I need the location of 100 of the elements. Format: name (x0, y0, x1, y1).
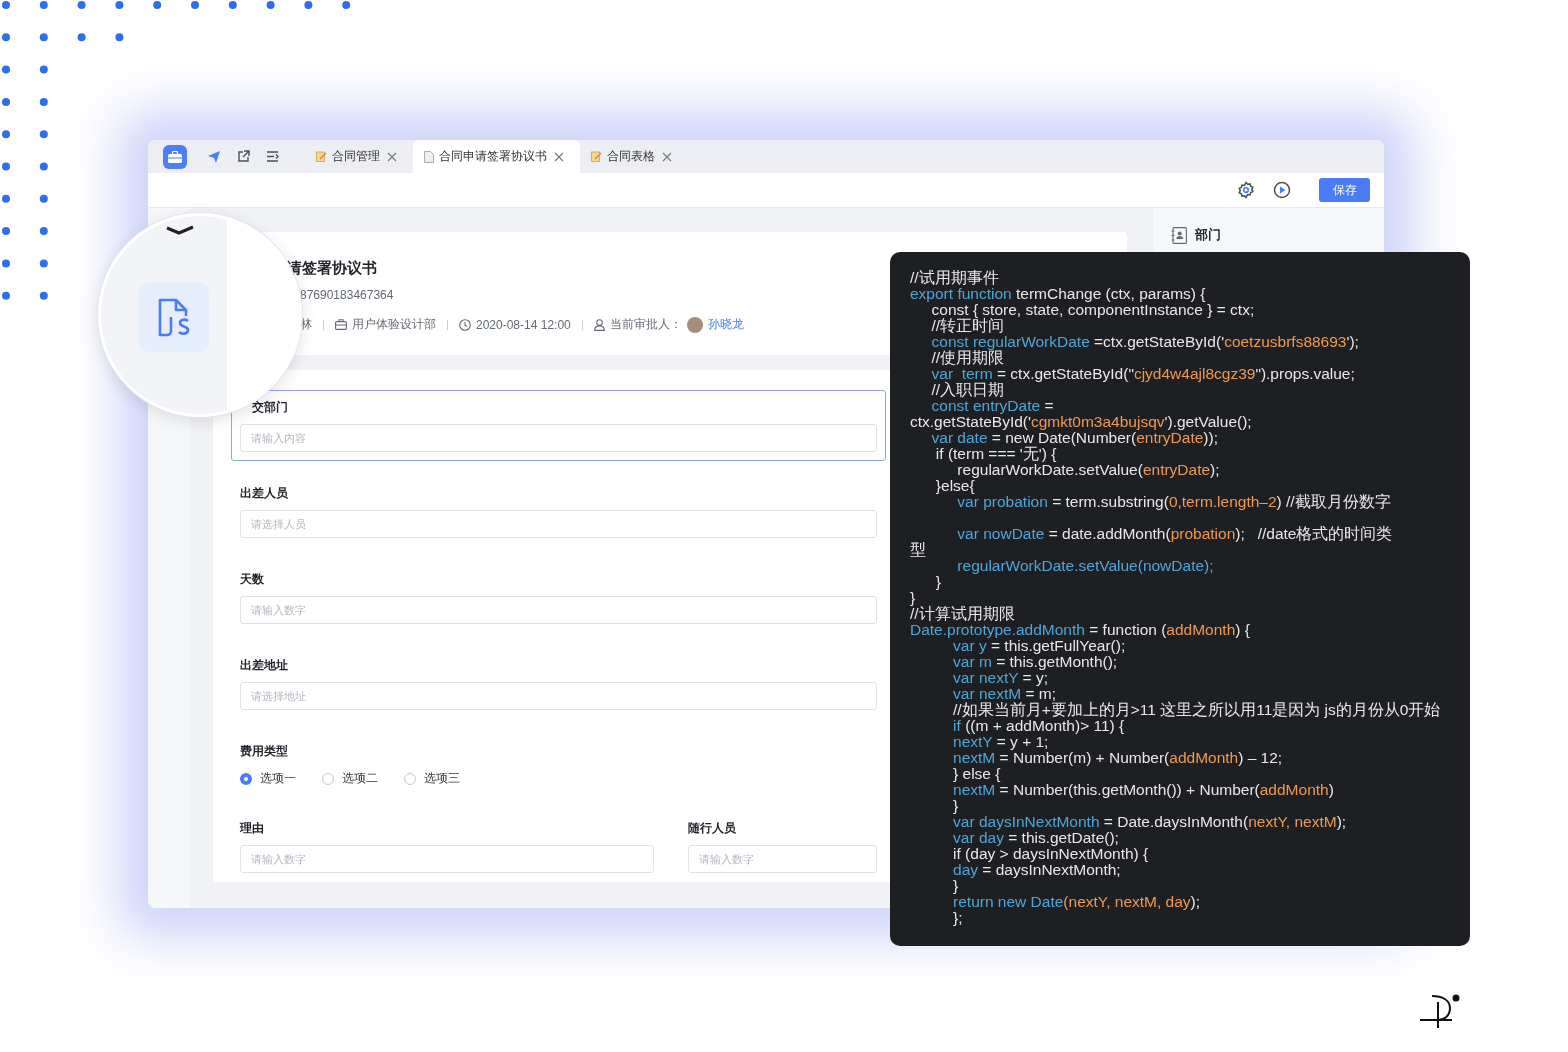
dot (266, 1, 275, 9)
input-field[interactable]: 请输入内容 (240, 424, 877, 452)
side-panel-item[interactable]: 部门 (1171, 226, 1384, 244)
code-line: //试用期事件 (910, 270, 1000, 286)
department-name: 用户体验设计部 (352, 316, 436, 333)
dot (77, 33, 86, 42)
dot (77, 1, 86, 9)
code-line: nextY = y + 1; (952, 734, 1049, 750)
dot (191, 1, 199, 9)
field-label: 理由 (240, 820, 264, 837)
input-field[interactable]: 请输入数字 (688, 845, 877, 873)
radio-label[interactable]: 选项一 (260, 770, 296, 787)
code-line: var nextY = y; (952, 670, 1048, 686)
input-field[interactable]: 请输入数字 (240, 596, 877, 624)
briefcase-icon (335, 319, 347, 330)
field-label: 出差地址 (240, 657, 288, 674)
tab[interactable]: 合同表格 (580, 140, 688, 173)
dot (39, 65, 48, 74)
code-line: var date = new Date(Number(entryDate)); (931, 430, 1218, 446)
tab[interactable]: 合同申请签署协议书 (413, 140, 580, 173)
radio-label[interactable]: 选项三 (424, 770, 460, 787)
input-field[interactable]: 请选择人员 (240, 510, 877, 538)
dot (39, 97, 48, 106)
code-line: var probation = term.substring(0,term.length–2) //截取月份数字 (957, 494, 1392, 510)
dot (39, 162, 48, 171)
input-field[interactable]: 请选择地址 (240, 682, 877, 710)
dot (2, 130, 10, 139)
contact-card-icon (1171, 226, 1187, 244)
dot (342, 1, 351, 9)
dot (153, 1, 162, 9)
dot (228, 1, 237, 9)
code-line: //入职日期 (930, 382, 1006, 398)
code-line: var term = ctx.getStateById("cjyd4w4ajl8cgz39").props.value; (930, 366, 1356, 382)
dot (39, 291, 48, 300)
dot (115, 33, 124, 42)
dot (115, 1, 124, 9)
code-line: } (910, 590, 917, 606)
indent-icon[interactable] (266, 151, 279, 162)
close-icon[interactable] (385, 151, 399, 162)
code-line: //计算试用期限 (910, 606, 1016, 622)
note-icon (316, 151, 327, 162)
code-line: export function termChange (ctx, params) { (910, 286, 1207, 302)
chevron-icon (165, 225, 195, 235)
created-time: 2020-08-14 12:00 (476, 317, 571, 332)
settings-icon[interactable] (1237, 181, 1255, 199)
code-line: if ((m + addMonth)> 11) { (952, 718, 1126, 734)
radio-button[interactable] (322, 772, 334, 785)
dot (2, 162, 10, 171)
code-line: const { store, state, componentInstance } = ctx; (931, 302, 1256, 318)
user-icon (593, 318, 605, 331)
code-line: }else{ (934, 478, 975, 494)
briefcase-icon (168, 150, 182, 163)
code-line: var daysInNextMonth = Date.daysInMonth(nextY, nextM); (952, 814, 1348, 830)
avatar (686, 316, 703, 333)
dot (39, 33, 48, 42)
dot (39, 259, 48, 268)
input-field[interactable]: 请输入数字 (240, 845, 654, 873)
dot (2, 259, 10, 268)
code-line: //如果当前月+要加上的月>11 这里之所以用11是因为 js的月份从0开始 (952, 702, 1442, 718)
play-icon[interactable] (1273, 181, 1291, 199)
field-label: 随行人员 (688, 820, 736, 837)
code-line: regularWorkDate.setValue(nowDate); (956, 558, 1215, 574)
code-line: ctx.getStateById('cgmkt0m3a4bujsqv').getValue(); (910, 414, 1253, 430)
dot (2, 1, 10, 9)
note-icon (591, 151, 602, 162)
dot (2, 291, 10, 300)
code-line: } (952, 798, 960, 814)
code-line: day = daysInNextMonth; (952, 862, 1121, 878)
dot (2, 97, 10, 106)
close-icon[interactable] (552, 151, 566, 162)
code-line: //转正时间 (930, 318, 1006, 334)
code-line: if (term === '无') { (934, 446, 1057, 462)
code-line: } else { (952, 766, 1002, 782)
code-line: nextM = Number(this.getMonth()) + Number(addMonth) (952, 782, 1335, 798)
external-link-icon[interactable] (237, 150, 250, 163)
code-line: Date.prototype.addMonth = function (addMonth) { (910, 622, 1251, 638)
tab[interactable]: 合同管理 (305, 140, 413, 173)
send-icon[interactable] (207, 149, 221, 164)
field-label: 出差人员 (240, 485, 288, 502)
code-line: const entryDate = (930, 398, 1055, 414)
code-line: const regularWorkDate =ctx.getStateById('coetzusbrfs88693'); (930, 334, 1360, 350)
js-file-icon (156, 297, 191, 337)
radio-label[interactable]: 选项二 (342, 770, 378, 787)
radio-button[interactable] (404, 772, 416, 785)
code-line: var day = this.getDate(); (952, 830, 1119, 846)
code-line: } (934, 574, 942, 590)
dot (2, 194, 10, 203)
code-line: }; (952, 910, 964, 926)
contract-number: 87690183467364 (300, 288, 394, 302)
app-icon[interactable] (163, 144, 187, 169)
save-button[interactable]: 保存 (1319, 178, 1370, 202)
field-label: 交部门 (252, 399, 288, 416)
code-line: } (952, 878, 959, 894)
code-line: return new Date(nextY, nextM, day); (952, 894, 1202, 910)
approver-name[interactable]: 孙晓龙 (707, 316, 744, 333)
radio-button[interactable] (240, 772, 252, 785)
close-icon[interactable] (660, 151, 674, 162)
code-line: nextM = Number(m) + Number(addMonth) – 12; (952, 750, 1284, 766)
author-name: 林 (300, 316, 312, 333)
code-line: 型 (910, 542, 927, 558)
